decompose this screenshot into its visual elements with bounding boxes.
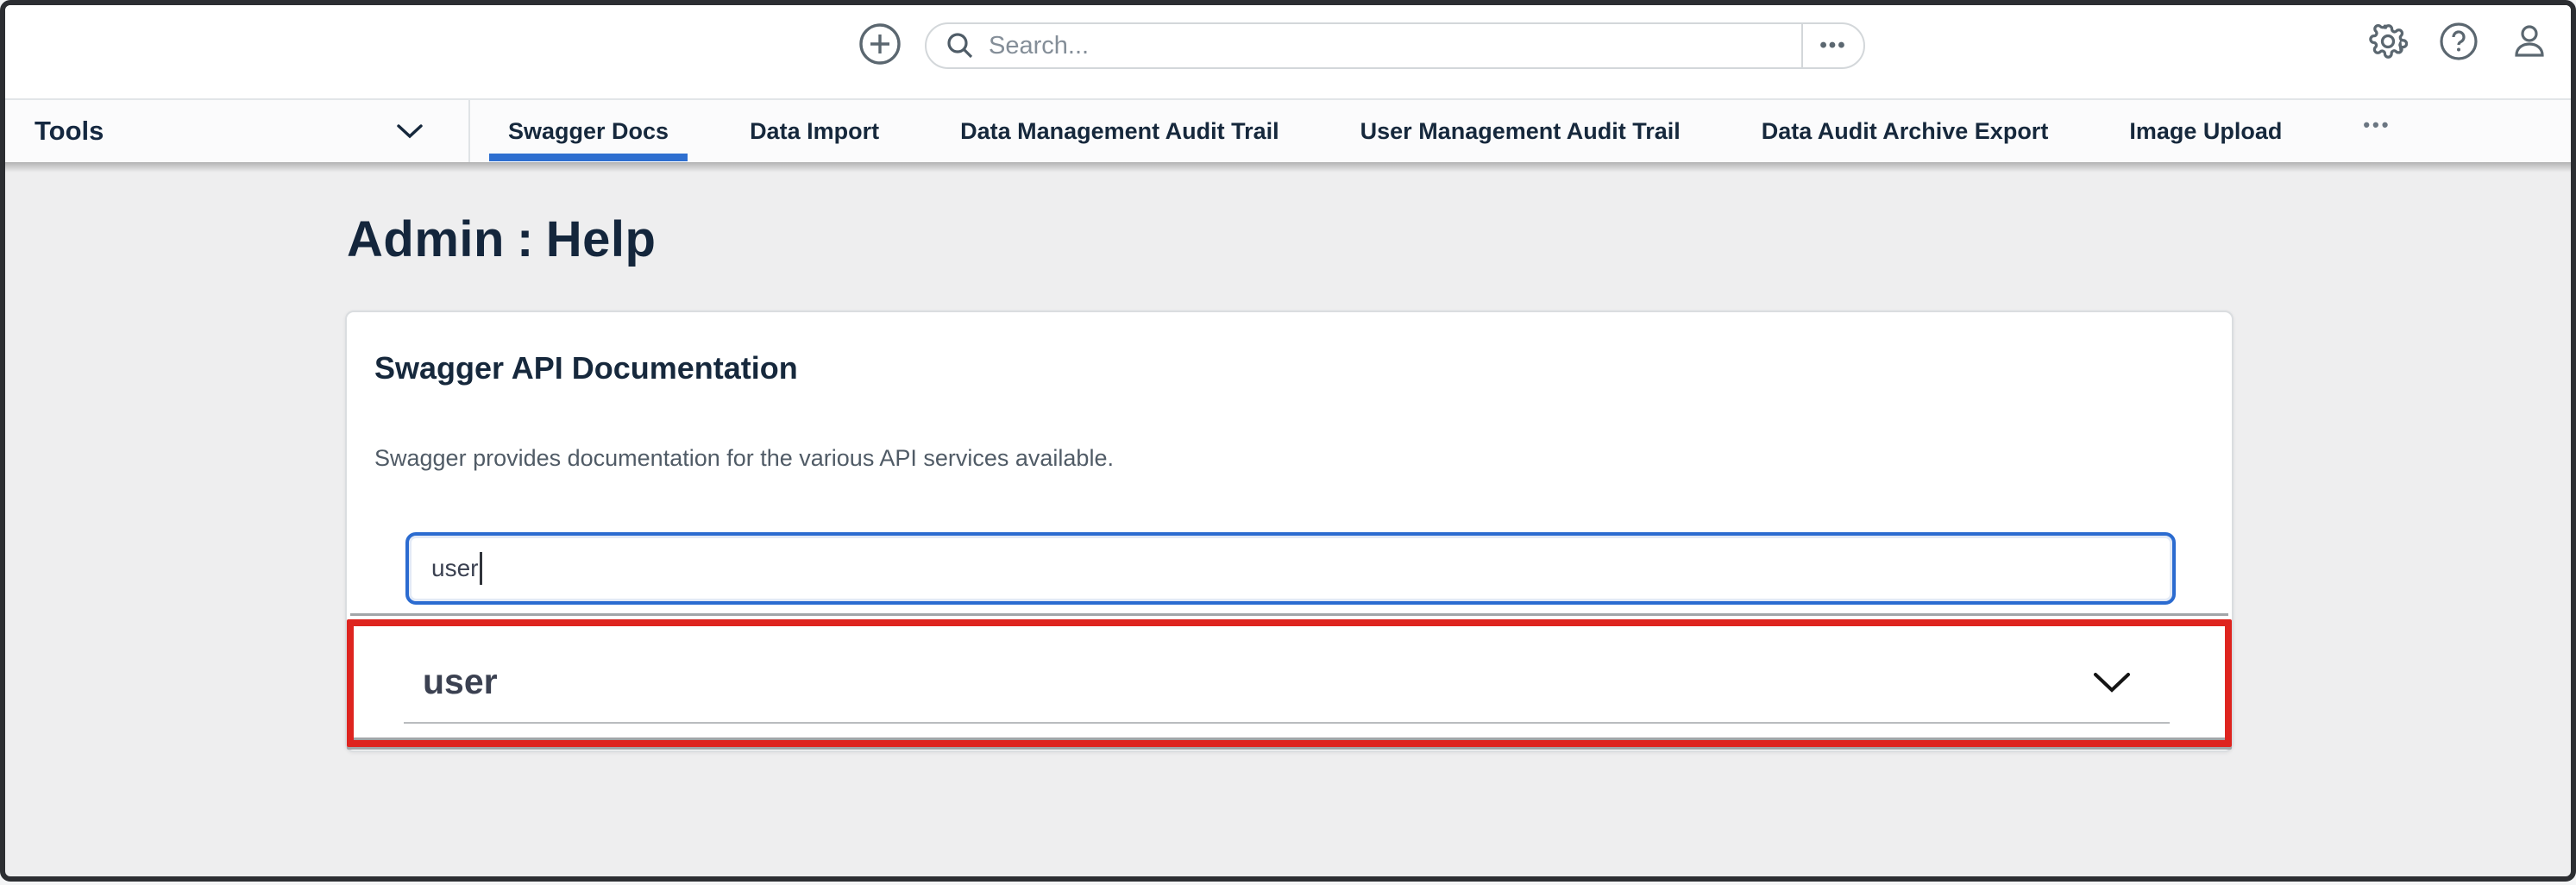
tools-menu-label: Tools: [35, 116, 104, 147]
api-group-dropdown[interactable]: user: [354, 626, 2225, 740]
person-icon: [2510, 22, 2549, 61]
tab-data-management-audit-trail[interactable]: Data Management Audit Trail: [960, 100, 1279, 162]
tab-swagger-docs[interactable]: Swagger Docs: [508, 100, 669, 162]
search-icon: [946, 31, 975, 60]
logo-area: [40, 16, 402, 88]
gear-icon: [2368, 22, 2408, 61]
api-group-dropdown-label: user: [423, 662, 498, 702]
annotation-highlight-box: user: [347, 619, 2232, 747]
tools-menu-dropdown[interactable]: Tools: [5, 100, 468, 162]
add-button[interactable]: [858, 22, 902, 66]
page-title-prefix: Admin: [347, 211, 505, 267]
top-bar: •••: [5, 5, 2571, 100]
tabs-more-button[interactable]: •••: [2363, 100, 2391, 162]
settings-button[interactable]: [2367, 21, 2409, 62]
chevron-down-icon: [396, 123, 424, 139]
chevron-down-icon: [2092, 671, 2132, 694]
page-title-separator: :: [517, 210, 534, 268]
tool-tab-bar: Tools Swagger Docs Data Import Data Mana…: [5, 100, 2571, 162]
api-filter-input[interactable]: user: [405, 532, 2176, 605]
tab-user-management-audit-trail[interactable]: User Management Audit Trail: [1360, 100, 1681, 162]
tab-image-upload[interactable]: Image Upload: [2129, 100, 2282, 162]
page-title: Admin:Help: [347, 210, 656, 268]
text-cursor: [480, 552, 482, 585]
swagger-docs-card: Swagger API Documentation Swagger provid…: [345, 311, 2234, 752]
card-description: Swagger provides documentation for the v…: [374, 445, 1114, 472]
search-more-button[interactable]: •••: [1801, 24, 1863, 67]
page-content: Admin:Help Swagger API Documentation Swa…: [5, 162, 2571, 876]
question-circle-icon: [2439, 22, 2479, 61]
search-input[interactable]: [975, 24, 1801, 67]
page-title-suffix: Help: [546, 211, 657, 267]
account-button[interactable]: [2509, 21, 2550, 62]
screenshot-frame: •••: [0, 0, 2576, 882]
tabs: Swagger Docs Data Import Data Management…: [468, 100, 2391, 162]
help-button[interactable]: [2438, 21, 2479, 62]
card-heading: Swagger API Documentation: [374, 350, 798, 386]
tab-data-import[interactable]: Data Import: [750, 100, 879, 162]
topbar-right-icons: [2367, 21, 2550, 62]
dropdown-underline: [404, 722, 2170, 724]
api-filter-value: user: [431, 555, 478, 582]
plus-circle-icon: [858, 22, 902, 66]
search-bar: •••: [925, 22, 1865, 69]
tab-data-audit-archive-export[interactable]: Data Audit Archive Export: [1762, 100, 2049, 162]
dropdown-top-border: [350, 613, 2228, 616]
